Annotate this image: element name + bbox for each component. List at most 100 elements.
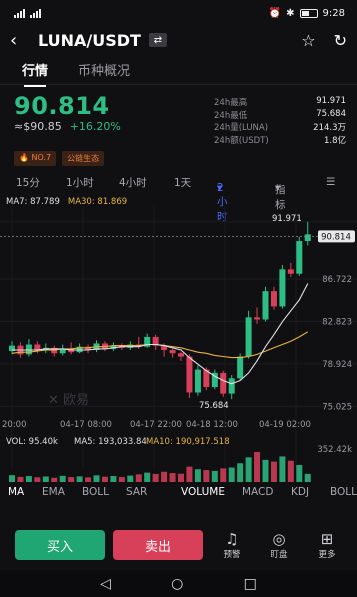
star-icon[interactable]: ☆	[301, 31, 315, 50]
x-tick-label: 04-19 02:00	[259, 420, 311, 430]
battery-icon	[299, 8, 318, 18]
y-tick-label: 86.722	[322, 275, 352, 285]
volume-bar	[237, 463, 244, 482]
rank-tag-label: NO.7	[31, 153, 52, 162]
volume-bar	[127, 475, 134, 482]
interval-15m[interactable]: 15分	[16, 175, 40, 190]
sell-button[interactable]: 卖出	[113, 530, 203, 560]
volume-legend-vol: VOL: 95.40k	[6, 437, 58, 447]
rank-tag[interactable]: 🔥 NO.7	[14, 151, 57, 166]
volume-bar	[279, 456, 286, 482]
stats-panel: 24h最高 91.971 24h最低 75.684 24h量(LUNA) 214.3万…	[214, 96, 346, 146]
buy-button[interactable]: 买入	[15, 530, 105, 560]
back-icon[interactable]: ‹	[10, 30, 32, 51]
volume-bar	[287, 460, 294, 482]
stat-row: 24h量(LUNA) 214.3万	[214, 121, 346, 134]
more-label: 更多	[318, 550, 336, 560]
stat-label: 24h最低	[214, 110, 248, 121]
interval-4h[interactable]: 4小时	[119, 175, 147, 190]
settings-icon[interactable]: ☰	[326, 176, 335, 188]
interval-bar: 15分 1小时 4小时 1天 2小时 ▾ 指标 ▾ ☰	[0, 172, 357, 223]
indicator-ema[interactable]: EMA	[42, 486, 65, 498]
volume-bar	[93, 475, 100, 482]
indicator-kdj[interactable]: KDJ	[291, 486, 309, 498]
share-icon[interactable]: ↻	[334, 31, 347, 50]
candle-body	[287, 269, 294, 274]
volume-bar	[17, 476, 24, 482]
volume-bar	[144, 472, 151, 482]
price-change: +16.20%	[69, 120, 121, 133]
candle-body	[228, 378, 235, 394]
fiat-price: ≈$90.85	[14, 120, 62, 133]
stat-value: 91.971	[316, 96, 346, 106]
stat-row: 24h额(USDT) 1.8亿	[214, 134, 346, 147]
y-tick-label: 82.823	[322, 317, 352, 327]
volume-bar	[169, 473, 176, 482]
volume-bar	[254, 452, 261, 482]
candle-body	[220, 372, 227, 394]
bluetooth-icon: ✱	[286, 7, 295, 19]
indicator-sar[interactable]: SAR	[126, 486, 147, 498]
indicator-boll[interactable]: BOLL	[82, 486, 109, 498]
high-label: 91.971	[272, 214, 302, 224]
kline-chart[interactable]: ✕ 欧易 90.814 86.722 82.823 78.924 75.025 91.971…	[0, 206, 357, 484]
tab-market[interactable]: 行情	[22, 60, 48, 87]
volume-bar	[178, 473, 184, 482]
volume-bar	[59, 475, 66, 482]
volume-bar	[296, 464, 303, 482]
volume-bar	[68, 477, 75, 482]
alert-label: 预警	[223, 550, 241, 560]
volume-legend-ma5: MA5: 193,033.84	[74, 437, 147, 447]
stat-value: 214.3万	[313, 123, 346, 133]
stat-row: 24h最高 91.971	[214, 96, 346, 109]
volume-bar	[211, 470, 218, 482]
tag-list: 🔥 NO.7 公链生态	[14, 151, 105, 166]
volume-bar	[34, 477, 41, 482]
volume-bar	[110, 476, 117, 482]
volume-bar	[194, 469, 201, 482]
volume-bar	[85, 477, 92, 482]
fire-icon: 🔥	[19, 153, 29, 162]
watermark: ✕ 欧易	[48, 393, 89, 408]
stat-value: 75.684	[316, 108, 346, 119]
tab-divider	[0, 84, 357, 85]
volume-bar	[42, 476, 49, 482]
indicator-boll-2[interactable]: BOLL	[330, 486, 357, 498]
category-tag[interactable]: 公链生态	[62, 151, 105, 166]
candle-body	[245, 317, 252, 357]
y-tick-label: 78.924	[322, 360, 352, 370]
status-bar: ⏰ ✱ 9:28	[0, 0, 357, 26]
tab-bar: 行情 币种概况	[22, 60, 130, 87]
tab-coin-overview[interactable]: 币种概况	[78, 60, 130, 79]
indicator-ma[interactable]: MA	[8, 486, 24, 498]
interval-1d[interactable]: 1天	[174, 175, 191, 190]
x-tick-label: 04-17 08:00	[60, 420, 112, 430]
nav-home-icon[interactable]: ○	[171, 576, 183, 592]
stat-label: 24h最高	[214, 98, 248, 108]
indicator-volume[interactable]: VOLUME	[181, 486, 225, 498]
candle-body	[25, 344, 32, 355]
candle-body	[296, 241, 303, 274]
current-price-label: 90.814	[321, 232, 351, 242]
volume-bar	[245, 457, 252, 482]
indicator-macd[interactable]: MACD	[242, 486, 273, 498]
swap-icon[interactable]: ⇄	[148, 33, 167, 47]
volume-bar	[161, 471, 168, 482]
system-nav-bar: ◁ ○ □	[0, 570, 357, 597]
dropdown-icon: ▾	[217, 182, 223, 194]
pair-title[interactable]: LUNA/USDT	[38, 31, 141, 50]
volume-bar	[186, 466, 193, 482]
candle-body	[270, 291, 277, 307]
dropdown-icon: ▾	[275, 182, 281, 194]
indicator-tabs: MA EMA BOLL SAR VOLUME MACD KDJ BOLL	[0, 486, 357, 502]
nav-back-icon[interactable]: ◁	[100, 576, 111, 592]
candle-body	[237, 356, 244, 379]
watch-button[interactable]: ◎ 盯盘	[264, 530, 294, 560]
interval-1h[interactable]: 1小时	[66, 175, 94, 190]
volume-bar	[228, 467, 235, 482]
nav-recent-icon[interactable]: □	[244, 576, 257, 592]
more-button[interactable]: ⊞ 更多	[312, 530, 342, 560]
alert-button[interactable]: ♫ 预警	[217, 530, 247, 560]
status-right: ⏰ ✱ 9:28	[269, 8, 345, 19]
volume-bar	[51, 477, 58, 482]
